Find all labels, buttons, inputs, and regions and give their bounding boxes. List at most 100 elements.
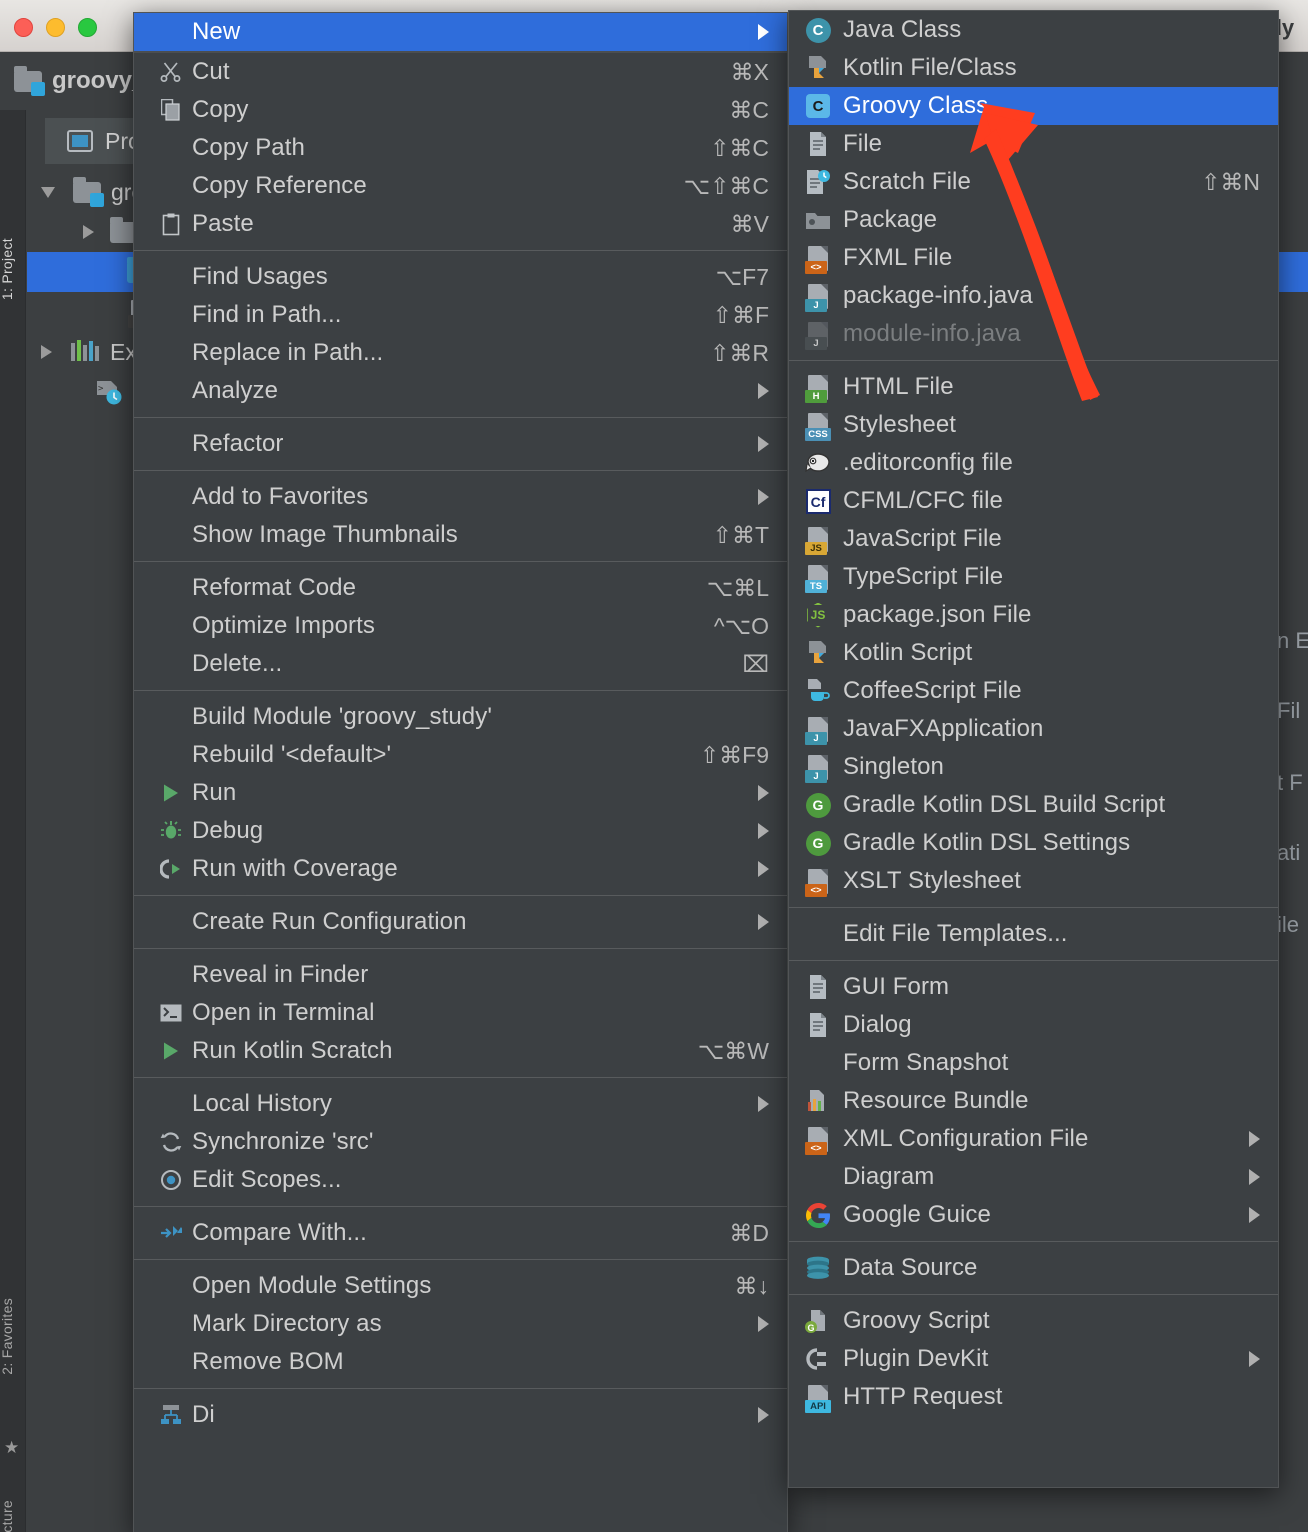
menu-item-show-image-thumbnails[interactable]: Show Image Thumbnails ⇧⌘T	[134, 516, 787, 554]
submenu-item-kotlin-file-class[interactable]: Kotlin File/Class	[789, 49, 1278, 87]
submenu-item-label: Diagram	[843, 1163, 935, 1190]
menu-item-shortcut: ⇧⌘R	[710, 339, 769, 366]
submenu-item-label: JavaScript File	[843, 525, 1002, 552]
submenu-item-http-request[interactable]: API HTTP Request	[789, 1378, 1278, 1416]
submenu-item-xml-configuration-file[interactable]: <> XML Configuration File	[789, 1120, 1278, 1158]
menu-item-add-to-favorites[interactable]: Add to Favorites	[134, 478, 787, 516]
submenu-item-package-json-file[interactable]: JS package.json File	[789, 596, 1278, 634]
menu-item-create-run-configuration[interactable]: Create Run Configuration	[134, 903, 787, 941]
editor-text-fragment: ile	[1277, 912, 1300, 937]
submenu-item-html-file[interactable]: H HTML File	[789, 368, 1278, 406]
tool-tab-structure[interactable]: 7: Structure	[0, 1500, 15, 1532]
submenu-item-label: Kotlin File/Class	[843, 54, 1017, 81]
chevron-right-icon	[1249, 1351, 1260, 1367]
plugin-devkit-icon	[801, 1347, 835, 1371]
menu-item-label: Cut	[192, 58, 230, 85]
submenu-item-file[interactable]: File	[789, 125, 1278, 163]
submenu-item-singleton[interactable]: J Singleton	[789, 748, 1278, 786]
menu-item-build-module[interactable]: Build Module 'groovy_study'	[134, 698, 787, 736]
tool-tab-favorites[interactable]: 2: Favorites	[0, 1298, 15, 1375]
submenu-item-editorconfig-file[interactable]: .editorconfig file	[789, 444, 1278, 482]
submenu-item-xslt-stylesheet[interactable]: <> XSLT Stylesheet	[789, 862, 1278, 900]
submenu-item-package-info-java[interactable]: J package-info.java	[789, 277, 1278, 315]
submenu-item-gradle-kotlin-dsl-build-script[interactable]: G Gradle Kotlin DSL Build Script	[789, 786, 1278, 824]
new-submenu[interactable]: C Java Class Kotlin File/Class C Groovy …	[788, 10, 1279, 1488]
menu-item-run-with-coverage[interactable]: Run with Coverage	[134, 850, 787, 888]
menu-item-synchronize[interactable]: Synchronize 'src'	[134, 1123, 787, 1161]
ts-file-icon: TS	[801, 564, 835, 593]
menu-item-optimize-imports[interactable]: Optimize Imports ^⌥O	[134, 607, 787, 645]
menu-item-analyze[interactable]: Analyze	[134, 372, 787, 410]
submenu-item-coffeescript-file[interactable]: CoffeeScript File	[789, 672, 1278, 710]
menu-item-new[interactable]: New	[134, 13, 787, 51]
submenu-item-gradle-kotlin-dsl-settings[interactable]: G Gradle Kotlin DSL Settings	[789, 824, 1278, 862]
chevron-right-icon	[1249, 1131, 1260, 1147]
menu-item-paste[interactable]: Paste ⌘V	[134, 205, 787, 243]
submenu-item-label: module-info.java	[843, 320, 1021, 347]
close-window-button[interactable]	[14, 18, 33, 37]
menu-item-find-usages[interactable]: Find Usages ⌥F7	[134, 258, 787, 296]
menu-item-local-history[interactable]: Local History	[134, 1085, 787, 1123]
tool-tab-project[interactable]: 1: Project	[0, 238, 15, 300]
menu-item-reformat-code[interactable]: Reformat Code ⌥⌘L	[134, 569, 787, 607]
submenu-item-diagram[interactable]: Diagram	[789, 1158, 1278, 1196]
submenu-item-dialog[interactable]: Dialog	[789, 1006, 1278, 1044]
menu-item-rebuild[interactable]: Rebuild '<default>' ⇧⌘F9	[134, 736, 787, 774]
menu-item-run-kotlin-scratch[interactable]: Run Kotlin Scratch ⌥⌘W	[134, 1032, 787, 1070]
menu-item-remove-bom[interactable]: Remove BOM	[134, 1343, 787, 1381]
submenu-item-cfml-cfc-file[interactable]: Cf CFML/CFC file	[789, 482, 1278, 520]
chevron-down-icon[interactable]	[41, 186, 55, 198]
submenu-item-resource-bundle[interactable]: Resource Bundle	[789, 1082, 1278, 1120]
java-class-icon: C	[801, 17, 835, 43]
menu-item-open-in-terminal[interactable]: Open in Terminal	[134, 994, 787, 1032]
maximize-window-button[interactable]	[78, 18, 97, 37]
submenu-item-java-class[interactable]: C Java Class	[789, 11, 1278, 49]
submenu-item-google-guice[interactable]: Google Guice	[789, 1196, 1278, 1234]
submenu-item-edit-file-templates[interactable]: Edit File Templates...	[789, 915, 1278, 953]
menu-item-diagrams[interactable]: Di	[134, 1396, 787, 1434]
chevron-right-icon	[758, 785, 769, 801]
submenu-item-label: CoffeeScript File	[843, 677, 1022, 704]
submenu-item-plugin-devkit[interactable]: Plugin DevKit	[789, 1340, 1278, 1378]
menu-item-compare-with[interactable]: Compare With... ⌘D	[134, 1214, 787, 1252]
chevron-right-icon[interactable]	[41, 345, 52, 359]
submenu-item-scratch-file[interactable]: Scratch File ⇧⌘N	[789, 163, 1278, 201]
menu-item-find-in-path[interactable]: Find in Path... ⇧⌘F	[134, 296, 787, 334]
menu-item-delete[interactable]: Delete... ⌧	[134, 645, 787, 683]
menu-item-label: Run Kotlin Scratch	[192, 1037, 393, 1064]
submenu-item-stylesheet[interactable]: CSS Stylesheet	[789, 406, 1278, 444]
menu-item-refactor[interactable]: Refactor	[134, 425, 787, 463]
submenu-item-form-snapshot[interactable]: Form Snapshot	[789, 1044, 1278, 1082]
menu-item-open-module-settings[interactable]: Open Module Settings ⌘↓	[134, 1267, 787, 1305]
module-folder-icon	[14, 65, 45, 96]
submenu-item-javascript-file[interactable]: JS JavaScript File	[789, 520, 1278, 558]
submenu-item-typescript-file[interactable]: TS TypeScript File	[789, 558, 1278, 596]
submenu-item-groovy-class[interactable]: C Groovy Class	[789, 87, 1278, 125]
menu-item-shortcut: ⌘X	[730, 58, 769, 85]
submenu-item-javafxapplication[interactable]: J JavaFXApplication	[789, 710, 1278, 748]
menu-item-shortcut: ⌥⌘W	[697, 1037, 769, 1064]
submenu-item-kotlin-script[interactable]: Kotlin Script	[789, 634, 1278, 672]
menu-item-replace-in-path[interactable]: Replace in Path... ⇧⌘R	[134, 334, 787, 372]
menu-item-copy[interactable]: Copy ⌘C	[134, 91, 787, 129]
submenu-item-gui-form[interactable]: GUI Form	[789, 968, 1278, 1006]
menu-item-copy-path[interactable]: Copy Path ⇧⌘C	[134, 129, 787, 167]
minimize-window-button[interactable]	[46, 18, 65, 37]
submenu-item-label: FXML File	[843, 244, 953, 271]
run-icon	[156, 783, 186, 803]
menu-item-copy-reference[interactable]: Copy Reference ⌥⇧⌘C	[134, 167, 787, 205]
context-menu[interactable]: New Cut ⌘X Copy ⌘C Copy Path ⇧⌘C Copy Re	[133, 12, 788, 1532]
submenu-item-package[interactable]: Package	[789, 201, 1278, 239]
menu-item-cut[interactable]: Cut ⌘X	[134, 53, 787, 91]
chevron-right-icon[interactable]	[83, 225, 94, 239]
menu-item-debug[interactable]: Debug	[134, 812, 787, 850]
menu-item-edit-scopes[interactable]: Edit Scopes...	[134, 1161, 787, 1199]
submenu-item-data-source[interactable]: Data Source	[789, 1249, 1278, 1287]
submenu-item-groovy-script[interactable]: G Groovy Script	[789, 1302, 1278, 1340]
submenu-item-fxml-file[interactable]: <> FXML File	[789, 239, 1278, 277]
java-file-icon: J	[801, 283, 835, 312]
menu-item-run[interactable]: Run	[134, 774, 787, 812]
menu-item-mark-directory-as[interactable]: Mark Directory as	[134, 1305, 787, 1343]
menu-item-reveal-in-finder[interactable]: Reveal in Finder	[134, 956, 787, 994]
window-controls[interactable]	[14, 18, 97, 37]
